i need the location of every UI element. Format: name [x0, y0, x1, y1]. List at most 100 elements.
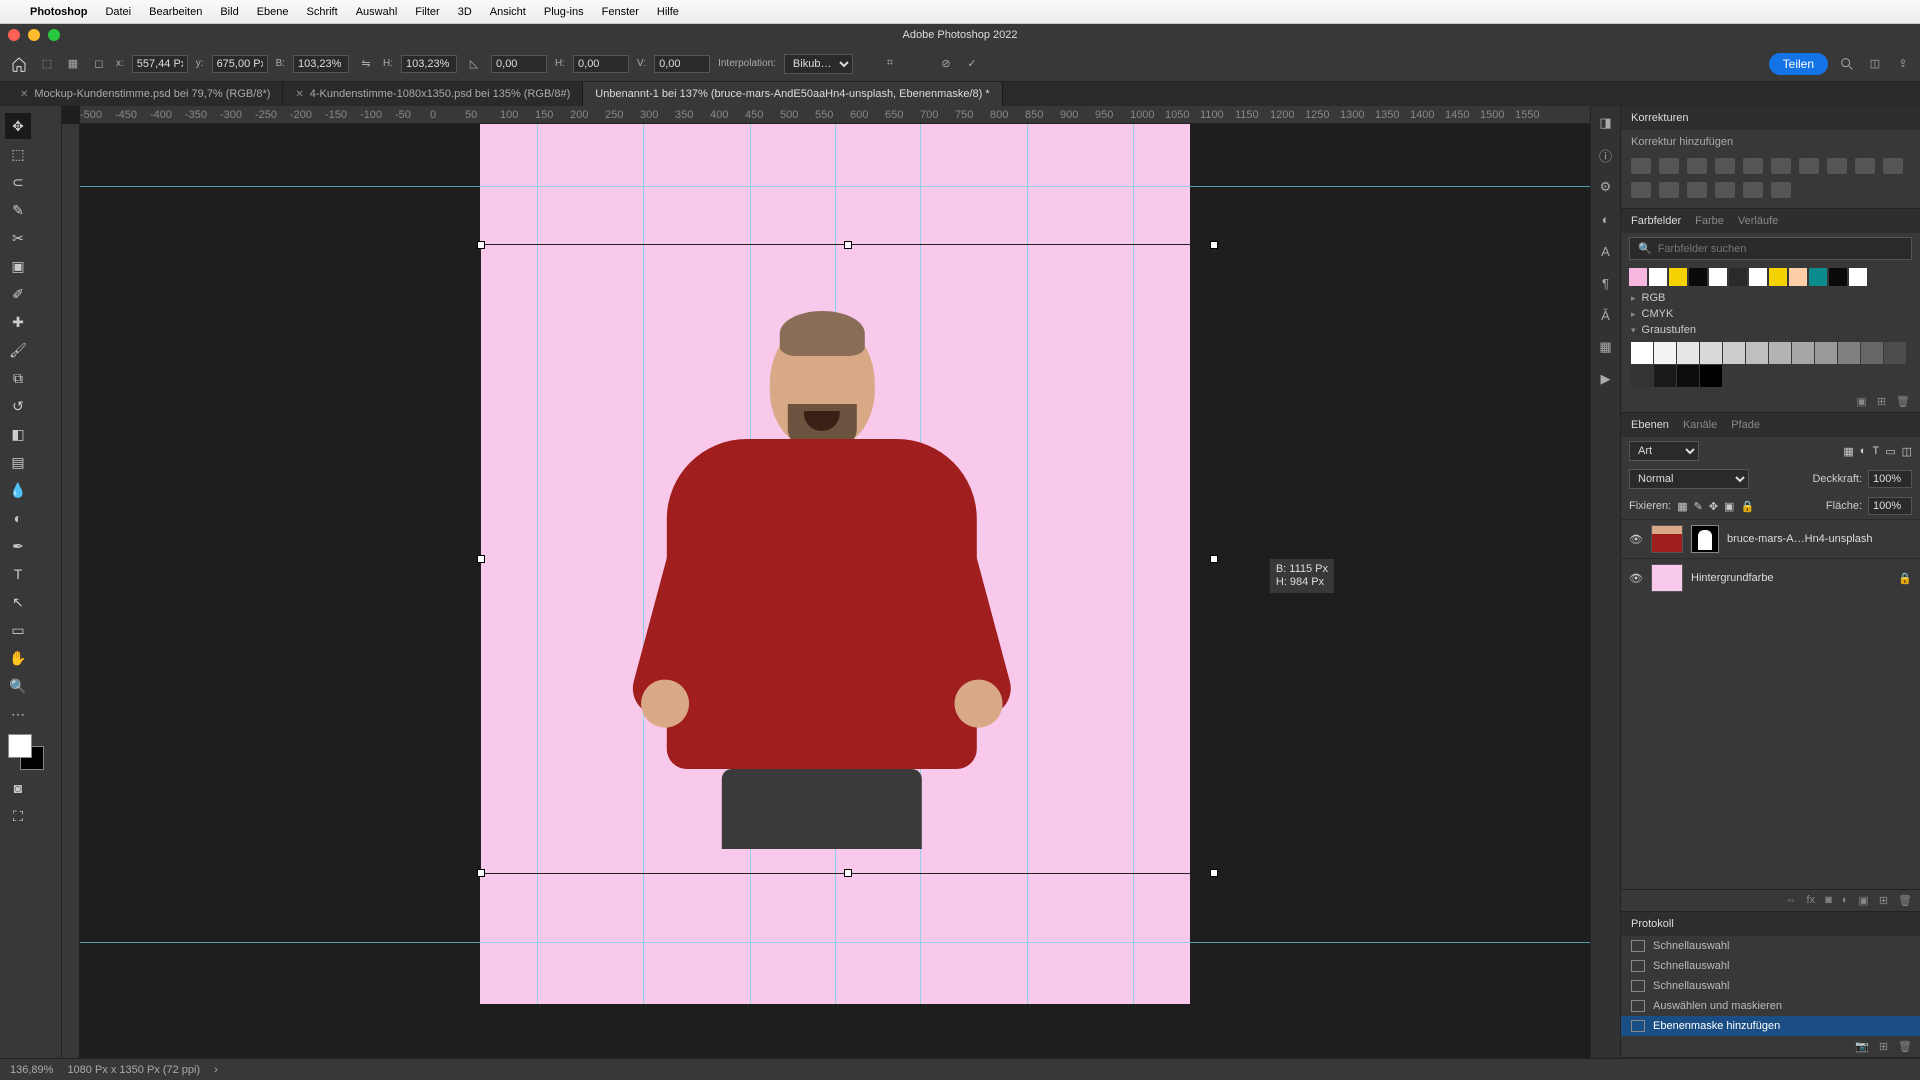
minimize-window-icon[interactable]	[28, 29, 40, 41]
add-mask-icon[interactable]: ◙	[1825, 894, 1832, 907]
foreground-color[interactable]	[8, 734, 32, 758]
zoom-window-icon[interactable]	[48, 29, 60, 41]
tab-farbe[interactable]: Farbe	[1695, 215, 1724, 227]
transform-box[interactable]: B: 1115 PxH: 984 Px	[480, 244, 1215, 874]
blur-tool-icon[interactable]: 💧	[5, 477, 31, 503]
ruler-vertical[interactable]	[62, 124, 80, 1058]
gray-swatch[interactable]	[1769, 342, 1791, 364]
menu-ansicht[interactable]: Ansicht	[490, 6, 526, 18]
traffic-lights[interactable]	[8, 29, 60, 41]
panel-adjust-icon[interactable]: ◐	[1597, 210, 1615, 228]
commit-transform-icon[interactable]: ✓	[963, 55, 981, 73]
tab-korrekturen[interactable]: Korrekturen	[1631, 112, 1688, 124]
link-layers-icon[interactable]: ⇔	[1786, 894, 1797, 907]
tab-verlaeufe[interactable]: Verläufe	[1738, 215, 1778, 227]
adj-vibrance-icon[interactable]	[1743, 158, 1763, 174]
lock-position-icon[interactable]: ✥	[1709, 500, 1718, 513]
swatch[interactable]	[1689, 268, 1707, 286]
menu-ebene[interactable]: Ebene	[257, 6, 289, 18]
swatch-group-graustufen[interactable]: Graustufen	[1621, 322, 1920, 338]
gray-swatch[interactable]	[1700, 342, 1722, 364]
skew-v-field[interactable]	[654, 55, 710, 73]
adj-lut-icon[interactable]	[1631, 182, 1651, 198]
artboard-tool-icon[interactable]: ⬚	[5, 141, 31, 167]
quickmask-icon[interactable]: ◙	[5, 775, 31, 801]
gray-swatch[interactable]	[1654, 342, 1676, 364]
lock-pixels-icon[interactable]: ✎	[1694, 500, 1703, 513]
tab-kundenstimme[interactable]: ✕4-Kundenstimme-1080x1350.psd bei 135% (…	[283, 82, 583, 106]
x-field[interactable]	[132, 55, 188, 73]
panel-properties-icon[interactable]: ⚙	[1597, 178, 1615, 196]
tab-unbenannt[interactable]: Unbenannt-1 bei 137% (bruce-mars-AndE50a…	[583, 82, 1002, 106]
swatch-search-input[interactable]	[1658, 243, 1903, 255]
link-aspect-icon[interactable]: ⇋	[357, 55, 375, 73]
swatch-new-icon[interactable]: ⊞	[1877, 395, 1886, 408]
zoom-level[interactable]: 136,89%	[10, 1064, 53, 1076]
history-item[interactable]: Auswählen und maskieren	[1621, 996, 1920, 1016]
tab-kanaele[interactable]: Kanäle	[1683, 419, 1717, 431]
dodge-tool-icon[interactable]: ◐	[5, 505, 31, 531]
lock-artboard-icon[interactable]: ▣	[1724, 500, 1734, 513]
panel-paragraph-icon[interactable]: ¶	[1597, 274, 1615, 292]
gray-swatch[interactable]	[1723, 342, 1745, 364]
gray-swatch[interactable]	[1792, 342, 1814, 364]
adj-brightness-icon[interactable]	[1631, 158, 1651, 174]
tab-pfade[interactable]: Pfade	[1731, 419, 1760, 431]
adj-levels-icon[interactable]	[1659, 158, 1679, 174]
tab-protokoll[interactable]: Protokoll	[1631, 918, 1674, 930]
reference-point-icon[interactable]: ▦	[64, 55, 82, 73]
lasso-tool-icon[interactable]: ⊂	[5, 169, 31, 195]
gray-swatch[interactable]	[1677, 342, 1699, 364]
gray-swatch[interactable]	[1677, 365, 1699, 387]
menu-fenster[interactable]: Fenster	[602, 6, 639, 18]
layer-row-1[interactable]: 👁 Hintergrundfarbe 🔒	[1621, 558, 1920, 597]
tab-farbfelder[interactable]: Farbfelder	[1631, 215, 1681, 227]
adj-channel-mixer-icon[interactable]	[1883, 158, 1903, 174]
swatch-delete-icon[interactable]: 🗑	[1896, 395, 1910, 408]
blend-mode-select[interactable]: Normal	[1629, 469, 1749, 489]
gray-swatch[interactable]	[1815, 342, 1837, 364]
close-window-icon[interactable]	[8, 29, 20, 41]
layer-thumb[interactable]	[1651, 525, 1683, 553]
menu-auswahl[interactable]: Auswahl	[356, 6, 398, 18]
teilen-button[interactable]: Teilen	[1769, 53, 1828, 75]
shape-tool-icon[interactable]: ▭	[5, 617, 31, 643]
panel-histogram-icon[interactable]: ◨	[1597, 114, 1615, 132]
layer-filter-select[interactable]: Art	[1629, 441, 1699, 461]
gray-swatch[interactable]	[1746, 342, 1768, 364]
adj-photo-filter-icon[interactable]	[1855, 158, 1875, 174]
new-adjustment-icon[interactable]: ◐	[1842, 894, 1849, 907]
history-item[interactable]: Schnellauswahl	[1621, 976, 1920, 996]
gray-swatch[interactable]	[1631, 365, 1653, 387]
adj-gradient-map-icon[interactable]	[1743, 182, 1763, 198]
adj-exposure-icon[interactable]	[1715, 158, 1735, 174]
adj-colorbalance-icon[interactable]	[1799, 158, 1819, 174]
swatch[interactable]	[1809, 268, 1827, 286]
swatch[interactable]	[1709, 268, 1727, 286]
history-item[interactable]: Schnellauswahl	[1621, 936, 1920, 956]
type-tool-icon[interactable]: T	[5, 561, 31, 587]
cancel-transform-icon[interactable]: ⊘	[937, 55, 955, 73]
panel-play-icon[interactable]: ▶	[1597, 370, 1615, 388]
filter-adjust-icon[interactable]: ◐	[1860, 445, 1867, 457]
adj-bw-icon[interactable]	[1827, 158, 1847, 174]
swatch[interactable]	[1629, 268, 1647, 286]
interpolation-select[interactable]: Bikub…	[784, 54, 853, 74]
home-icon[interactable]	[8, 53, 30, 75]
swatch-folder-icon[interactable]: ▣	[1856, 395, 1866, 408]
snapshot-icon[interactable]: 📷	[1855, 1040, 1869, 1053]
menu-bearbeiten[interactable]: Bearbeiten	[149, 6, 202, 18]
menu-bild[interactable]: Bild	[220, 6, 238, 18]
edit-toolbar-icon[interactable]: ⋯	[5, 701, 31, 727]
delete-state-icon[interactable]: 🗑	[1898, 1040, 1912, 1053]
gray-swatch[interactable]	[1700, 365, 1722, 387]
healing-tool-icon[interactable]: ✚	[5, 309, 31, 335]
gradient-tool-icon[interactable]: ▤	[5, 449, 31, 475]
layer-thumb[interactable]	[1651, 564, 1683, 592]
close-tab-icon[interactable]: ✕	[20, 89, 28, 100]
fx-icon[interactable]: fx	[1807, 894, 1816, 907]
new-group-icon[interactable]: ▣	[1858, 894, 1868, 907]
y-field[interactable]	[212, 55, 268, 73]
toggle-refpoint-icon[interactable]: ◻	[90, 55, 108, 73]
width-field[interactable]	[293, 55, 349, 73]
